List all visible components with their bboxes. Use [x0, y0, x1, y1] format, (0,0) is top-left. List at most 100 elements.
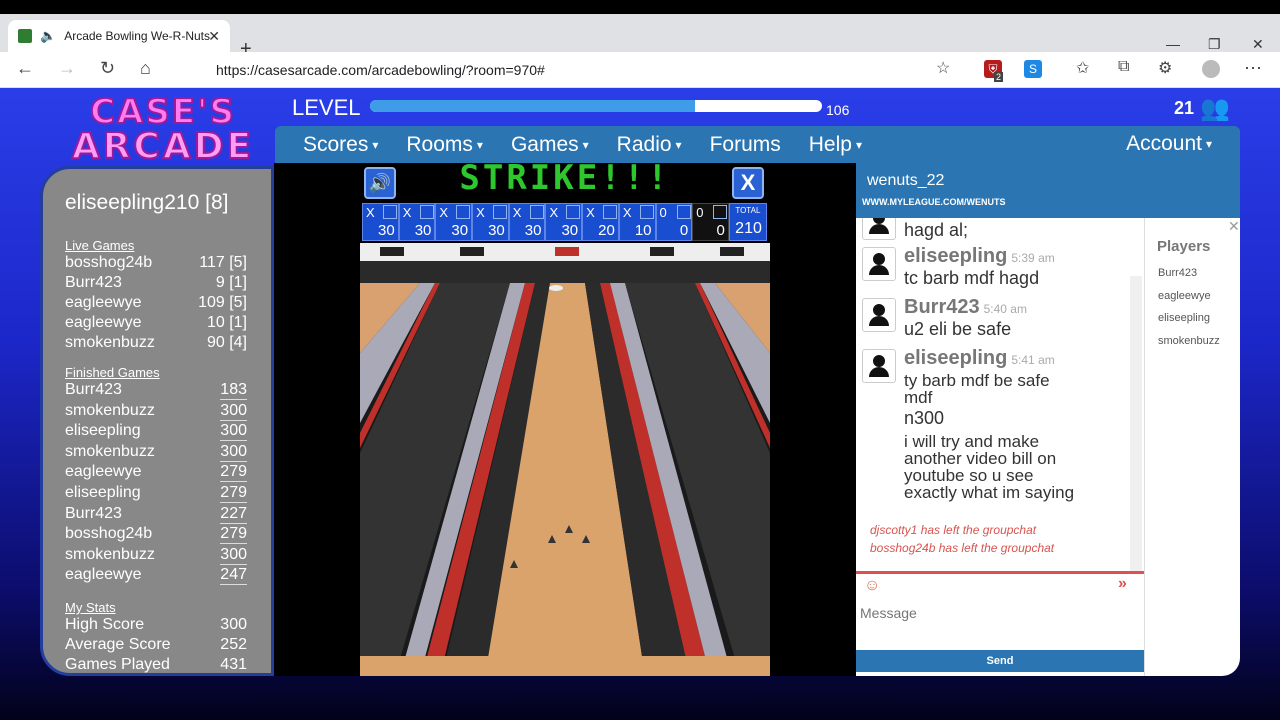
finished-games-heading[interactable]: Finished Games: [65, 365, 160, 380]
scorecard: X 30 X 30 X 30 X 30 X 30 X 30 X 20 X 10 0 0 0 0 TOTAL 210: [362, 203, 768, 241]
extension-s-icon[interactable]: S: [1024, 60, 1042, 78]
score-row[interactable]: Average Score 252: [65, 636, 247, 654]
score-row[interactable]: smokenbuzz 90 [4]: [65, 334, 247, 352]
close-icon[interactable]: ✕: [1228, 218, 1240, 235]
menu-account[interactable]: Account ▾: [1126, 132, 1212, 156]
restore-icon[interactable]: ❐: [1208, 36, 1221, 53]
browser-tab[interactable]: 🔈 Arcade Bowling We-R-Nuts ✕: [8, 20, 230, 52]
score-row[interactable]: bosshog24b 279: [65, 525, 247, 545]
menu-help[interactable]: Help ▾: [809, 133, 862, 157]
home-icon[interactable]: ⌂: [140, 58, 151, 79]
score-frame: X 30: [472, 203, 509, 241]
double-chevron-right-icon[interactable]: »: [1118, 575, 1127, 593]
row-score: 252: [220, 636, 247, 653]
chat-username[interactable]: Burr423: [904, 296, 980, 318]
row-score[interactable]: 279: [220, 525, 247, 545]
bowling-game-canvas[interactable]: STRIKE!!! 🔊 X X 30 X 30 X 30 X 30 X 30 X 30 X 20 X 10 0 0…: [360, 163, 770, 676]
row-score[interactable]: 300: [220, 422, 247, 442]
site-logo[interactable]: CASE'S ARCADE: [70, 91, 256, 168]
player-item[interactable]: eagleewye: [1158, 290, 1211, 302]
chat-username[interactable]: eliseepling: [904, 347, 1007, 369]
close-icon: X: [740, 170, 756, 195]
score-row[interactable]: eliseepling 300: [65, 422, 247, 442]
row-score[interactable]: 227: [220, 505, 247, 524]
row-score[interactable]: 247: [220, 566, 247, 586]
score-row[interactable]: Burr423 227: [65, 505, 247, 524]
speaker-icon[interactable]: 🔈: [40, 28, 56, 44]
menu-rooms[interactable]: Rooms ▾: [406, 133, 483, 157]
score-row[interactable]: Burr423 183: [65, 381, 247, 400]
chat-message-text: i will try and make another video bill o…: [904, 432, 1075, 502]
chevron-down-icon: ▾: [675, 137, 682, 152]
menu-games[interactable]: Games ▾: [511, 133, 589, 157]
score-row[interactable]: smokenbuzz 300: [65, 546, 247, 565]
player-item[interactable]: smokenbuzz: [1158, 335, 1220, 347]
chat-scrollbar[interactable]: [1130, 276, 1142, 573]
row-score[interactable]: 300: [220, 443, 247, 462]
sound-toggle-button[interactable]: 🔊: [364, 167, 396, 199]
more-icon[interactable]: ⋯: [1244, 58, 1262, 79]
tab-title: Arcade Bowling We-R-Nuts: [64, 29, 211, 43]
row-score[interactable]: 279: [220, 484, 247, 503]
chevron-down-icon: ▾: [476, 137, 483, 152]
row-score[interactable]: 183: [220, 381, 247, 400]
message-input[interactable]: [860, 601, 1130, 625]
score-row[interactable]: Games Played 431: [65, 656, 247, 673]
score-row[interactable]: eagleewye 247: [65, 566, 247, 586]
score-row[interactable]: Burr423 9 [1]: [65, 274, 247, 292]
forward-icon[interactable]: →: [58, 58, 76, 79]
sidebar-username: eliseepling210 [8]: [65, 191, 229, 214]
chat-host-name[interactable]: wenuts_22: [867, 172, 944, 190]
users-icon[interactable]: 👥: [1200, 94, 1230, 123]
chat-message-text: n300: [904, 408, 945, 428]
frame-ball1: X: [622, 205, 632, 220]
favorites-icon[interactable]: ✩: [1076, 58, 1089, 78]
frame-ball1: X: [402, 205, 412, 220]
row-score[interactable]: 279: [220, 463, 247, 483]
score-row[interactable]: smokenbuzz 300: [65, 443, 247, 462]
close-game-button[interactable]: X: [732, 167, 764, 199]
window-close-icon[interactable]: ✕: [1252, 36, 1264, 53]
row-score[interactable]: 300: [220, 402, 247, 421]
row-player: Burr423: [65, 381, 122, 398]
menu-scores[interactable]: Scores ▾: [303, 133, 378, 157]
emoji-icon[interactable]: ☺: [864, 577, 880, 595]
chat-host-url[interactable]: WWW.MYLEAGUE.COM/WENUTS: [862, 197, 1006, 207]
system-message: djscotty1 has left the groupchat: [870, 523, 1037, 537]
score-row[interactable]: eliseepling 279: [65, 484, 247, 503]
url-field[interactable]: https://casesarcade.com/arcadebowling/?r…: [178, 56, 966, 84]
score-row[interactable]: smokenbuzz 300: [65, 402, 247, 421]
menu-radio[interactable]: Radio ▾: [617, 133, 682, 157]
row-score: 90 [4]: [206, 334, 247, 351]
collections-icon[interactable]: ⧉: [1118, 58, 1129, 76]
profile-icon[interactable]: [1202, 60, 1220, 78]
score-frame: X 20: [582, 203, 619, 241]
frame-ball2: [566, 205, 581, 219]
row-player: Burr423: [65, 274, 122, 291]
back-icon[interactable]: ←: [16, 58, 34, 79]
total-score: 210: [735, 220, 762, 237]
score-row[interactable]: eagleewye 279: [65, 463, 247, 483]
send-button[interactable]: Send: [856, 650, 1144, 672]
menu-forums[interactable]: Forums: [710, 133, 781, 157]
frame-ball1: X: [586, 205, 595, 220]
score-row[interactable]: eagleewye 109 [5]: [65, 294, 247, 312]
refresh-icon[interactable]: ↻: [100, 58, 115, 79]
my-stats-heading[interactable]: My Stats: [65, 600, 116, 615]
score-row[interactable]: High Score 300: [65, 616, 247, 634]
minimize-icon[interactable]: —: [1166, 36, 1180, 52]
chat-username[interactable]: eliseepling: [904, 245, 1007, 267]
score-row[interactable]: bosshog24b 117 [5]: [65, 254, 247, 272]
close-tab-icon[interactable]: ✕: [208, 28, 220, 45]
row-score[interactable]: 300: [220, 546, 247, 565]
row-score: 300: [220, 616, 247, 633]
live-games-heading[interactable]: Live Games: [65, 238, 134, 253]
frame-total: 0: [716, 222, 725, 239]
player-item[interactable]: Burr423: [1158, 267, 1197, 279]
player-item[interactable]: eliseepling: [1158, 312, 1210, 324]
frame-total: 10: [634, 222, 652, 239]
extensions-icon[interactable]: ⚙: [1158, 58, 1172, 78]
row-player: eagleewye: [65, 314, 142, 331]
favorite-star-icon[interactable]: ☆: [936, 58, 950, 78]
score-row[interactable]: eagleewye 10 [1]: [65, 314, 247, 332]
